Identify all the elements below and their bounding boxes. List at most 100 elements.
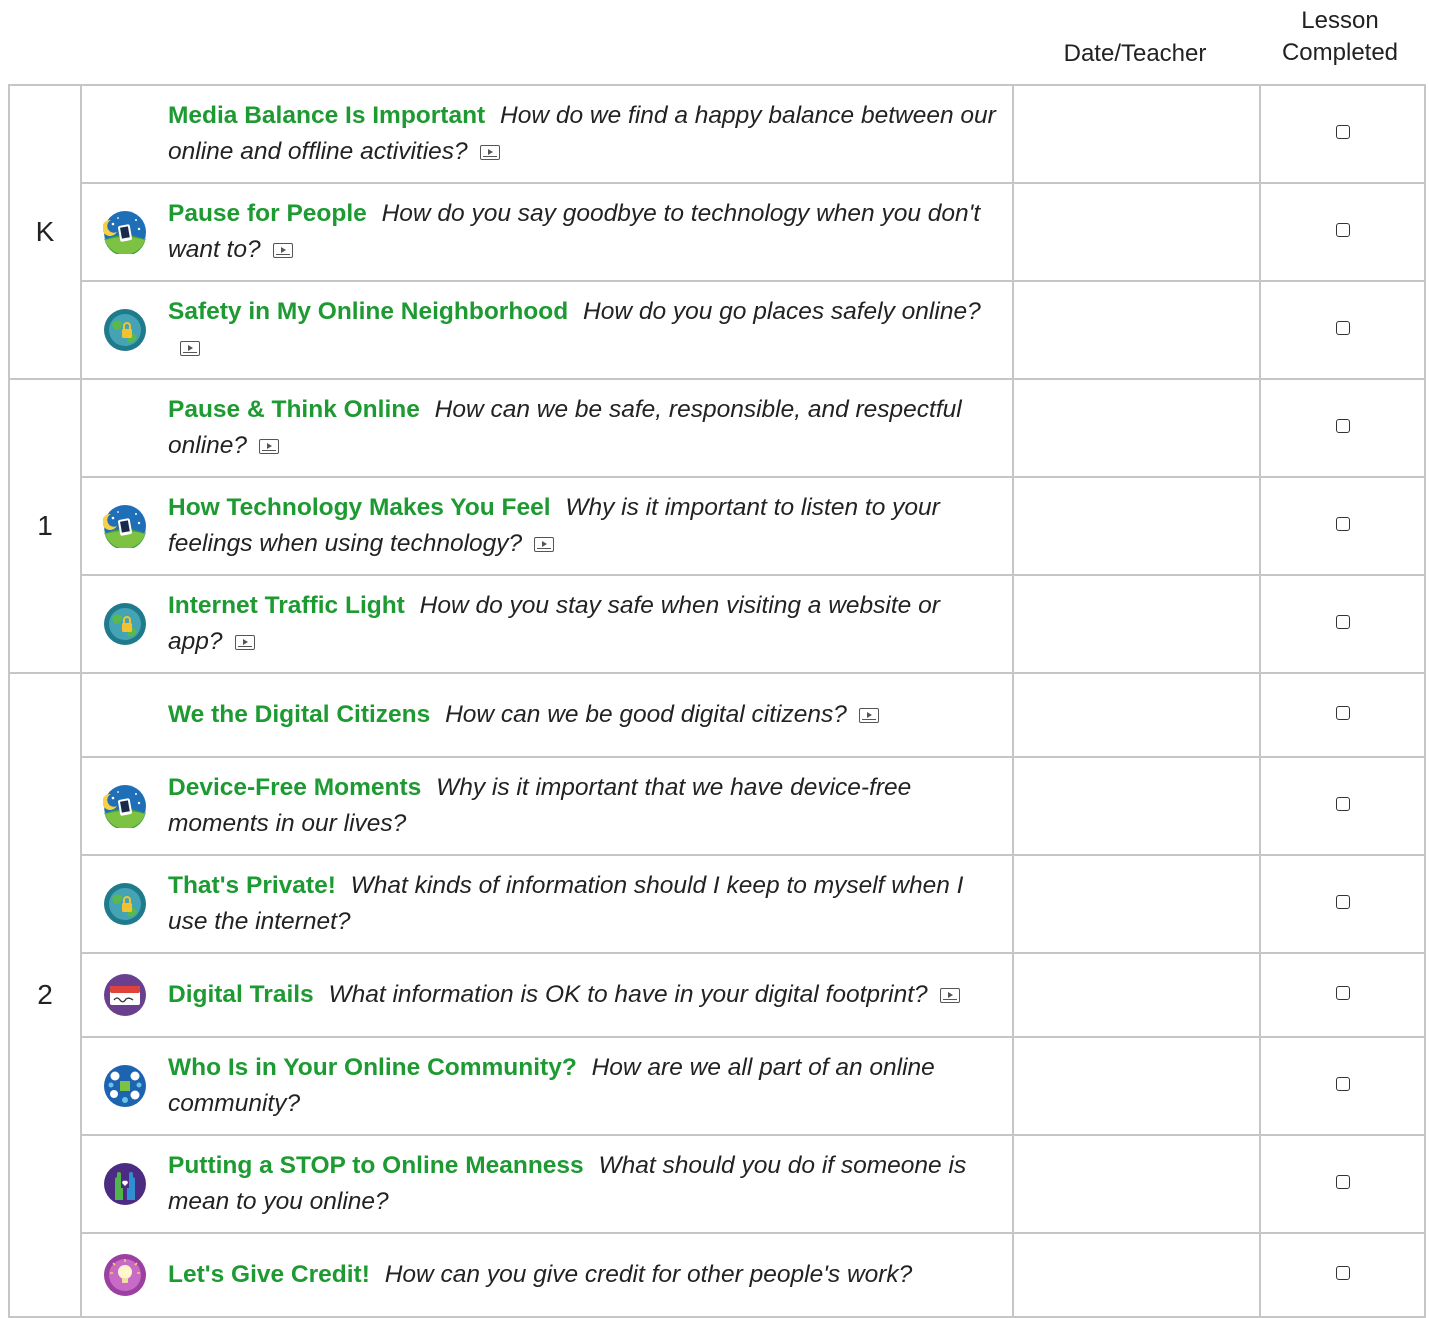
lessons-table: K Media Balance Is Important How do we fi…	[8, 84, 1426, 1318]
date-teacher-cell[interactable]	[1012, 84, 1261, 184]
lesson-title[interactable]: Media Balance Is Important	[168, 102, 485, 129]
media-balance-icon	[103, 784, 147, 828]
lesson-completed-cell	[1259, 280, 1426, 380]
video-icon[interactable]	[479, 145, 500, 160]
lesson-title[interactable]: How Technology Makes You Feel	[168, 494, 551, 521]
lesson-cell: We the Digital Citizens How can we be go…	[80, 672, 1014, 758]
video-icon[interactable]	[272, 243, 293, 258]
date-teacher-header: Date/Teacher	[1063, 40, 1207, 67]
lesson-cell: That's Private! What kinds of informatio…	[80, 854, 1014, 954]
date-teacher-cell[interactable]	[1012, 476, 1261, 576]
lesson-completed-checkbox[interactable]	[1335, 705, 1350, 720]
date-teacher-cell[interactable]	[1012, 854, 1261, 954]
relationships-communication-icon	[103, 1064, 147, 1108]
digital-footprint-icon	[103, 973, 147, 1017]
lesson-completed-cell	[1259, 756, 1426, 856]
icon-slot	[82, 308, 168, 352]
lesson-title[interactable]: Pause & Think Online	[168, 396, 420, 423]
lesson-completed-checkbox[interactable]	[1335, 1174, 1350, 1189]
lesson-row: Safety in My Online Neighborhood How do …	[9, 280, 1426, 380]
lesson-title[interactable]: Internet Traffic Light	[168, 592, 405, 619]
lesson-title[interactable]: That's Private!	[168, 872, 336, 899]
video-icon[interactable]	[180, 341, 200, 356]
icon-slot	[82, 210, 168, 254]
lesson-text: Let's Give Credit! How can you give cred…	[168, 1257, 1012, 1293]
date-teacher-cell[interactable]	[1012, 574, 1261, 674]
lesson-text: Internet Traffic Light How do you stay s…	[168, 588, 1012, 660]
date-teacher-cell[interactable]	[1012, 182, 1261, 282]
lesson-cell: How Technology Makes You Feel Why is it …	[80, 476, 1014, 576]
date-teacher-cell[interactable]	[1012, 1036, 1261, 1136]
video-icon[interactable]	[858, 708, 879, 723]
date-teacher-cell[interactable]	[1012, 756, 1261, 856]
lesson-completed-checkbox[interactable]	[1335, 124, 1350, 139]
lesson-completed-cell	[1259, 672, 1426, 758]
lesson-completed-cell	[1259, 574, 1426, 674]
lesson-completed-checkbox[interactable]	[1335, 1265, 1350, 1280]
news-media-literacy-icon	[103, 1253, 147, 1297]
lesson-completed-checkbox[interactable]	[1335, 320, 1350, 335]
lesson-completed-checkbox[interactable]	[1335, 985, 1350, 1000]
lesson-title[interactable]: Who Is in Your Online Community?	[168, 1054, 577, 1081]
lesson-completed-checkbox[interactable]	[1335, 516, 1350, 531]
lesson-text: Putting a STOP to Online Meanness What s…	[168, 1148, 1012, 1220]
lesson-text: Media Balance Is Important How do we fin…	[168, 98, 1012, 170]
video-icon[interactable]	[534, 537, 555, 552]
lesson-row: Pause for People How do you say goodbye …	[9, 182, 1426, 282]
icon-slot	[82, 973, 168, 1017]
lesson-text: Device-Free Moments Why is it important …	[168, 770, 1012, 842]
icon-slot	[82, 1162, 168, 1206]
lesson-title[interactable]: Pause for People	[168, 200, 367, 227]
lesson-completed-header: Lesson Completed	[1281, 7, 1399, 66]
icon-slot	[82, 1064, 168, 1108]
privacy-security-icon	[103, 602, 147, 646]
lesson-text: Pause for People How do you say goodbye …	[168, 196, 1012, 268]
date-teacher-cell[interactable]	[1012, 378, 1261, 478]
lesson-title[interactable]: Safety in My Online Neighborhood	[168, 298, 568, 325]
lesson-row: Putting a STOP to Online Meanness What s…	[9, 1134, 1426, 1234]
lesson-completed-checkbox[interactable]	[1335, 614, 1350, 629]
lesson-question: How can you give credit for other people…	[384, 1261, 913, 1288]
lesson-row: That's Private! What kinds of informatio…	[9, 854, 1426, 954]
date-teacher-cell[interactable]	[1012, 672, 1261, 758]
grade-label: 1	[8, 378, 82, 674]
date-teacher-cell[interactable]	[1012, 1232, 1261, 1318]
lesson-question: What information is OK to have in your d…	[328, 981, 928, 1008]
lesson-text: Pause & Think Online How can we be safe,…	[168, 392, 1012, 464]
lesson-title[interactable]: We the Digital Citizens	[168, 701, 430, 728]
lesson-row: Digital Trails What information is OK to…	[9, 952, 1426, 1038]
lesson-row: Who Is in Your Online Community? How are…	[9, 1036, 1426, 1136]
grade-label: 2	[8, 672, 82, 1318]
lesson-title[interactable]: Device-Free Moments	[168, 774, 421, 801]
lesson-text: Who Is in Your Online Community? How are…	[168, 1050, 1012, 1122]
lesson-cell: Safety in My Online Neighborhood How do …	[80, 280, 1014, 380]
date-teacher-cell[interactable]	[1012, 280, 1261, 380]
lesson-completed-checkbox[interactable]	[1335, 222, 1350, 237]
lesson-title[interactable]: Let's Give Credit!	[168, 1261, 370, 1288]
lesson-completed-cell	[1259, 84, 1426, 184]
lesson-completed-checkbox[interactable]	[1335, 894, 1350, 909]
lesson-completed-checkbox[interactable]	[1335, 796, 1350, 811]
lesson-row: Device-Free Moments Why is it important …	[9, 756, 1426, 856]
video-icon[interactable]	[939, 988, 960, 1003]
lesson-row: Internet Traffic Light How do you stay s…	[9, 574, 1426, 674]
lesson-cell: Let's Give Credit! How can you give cred…	[80, 1232, 1014, 1318]
lesson-cell: Media Balance Is Important How do we fin…	[80, 84, 1014, 184]
lesson-completed-cell	[1259, 854, 1426, 954]
date-teacher-cell[interactable]	[1012, 952, 1261, 1038]
icon-slot	[82, 504, 168, 548]
icon-slot	[82, 784, 168, 828]
lesson-completed-checkbox[interactable]	[1335, 1076, 1350, 1091]
lesson-row: Let's Give Credit! How can you give cred…	[9, 1232, 1426, 1318]
video-icon[interactable]	[259, 439, 280, 454]
lesson-text: We the Digital Citizens How can we be go…	[168, 697, 1012, 733]
lesson-title[interactable]: Digital Trails	[168, 981, 314, 1008]
video-icon[interactable]	[234, 635, 255, 650]
lesson-cell: Putting a STOP to Online Meanness What s…	[80, 1134, 1014, 1234]
lesson-row: 1 Pause & Think Online How can we be safe…	[8, 378, 1426, 674]
lesson-title[interactable]: Putting a STOP to Online Meanness	[168, 1152, 584, 1179]
lesson-question: How can we be good digital citizens?	[445, 701, 847, 728]
date-teacher-cell[interactable]	[1012, 1134, 1261, 1234]
lesson-completed-checkbox[interactable]	[1335, 418, 1350, 433]
icon-slot	[82, 1253, 168, 1297]
